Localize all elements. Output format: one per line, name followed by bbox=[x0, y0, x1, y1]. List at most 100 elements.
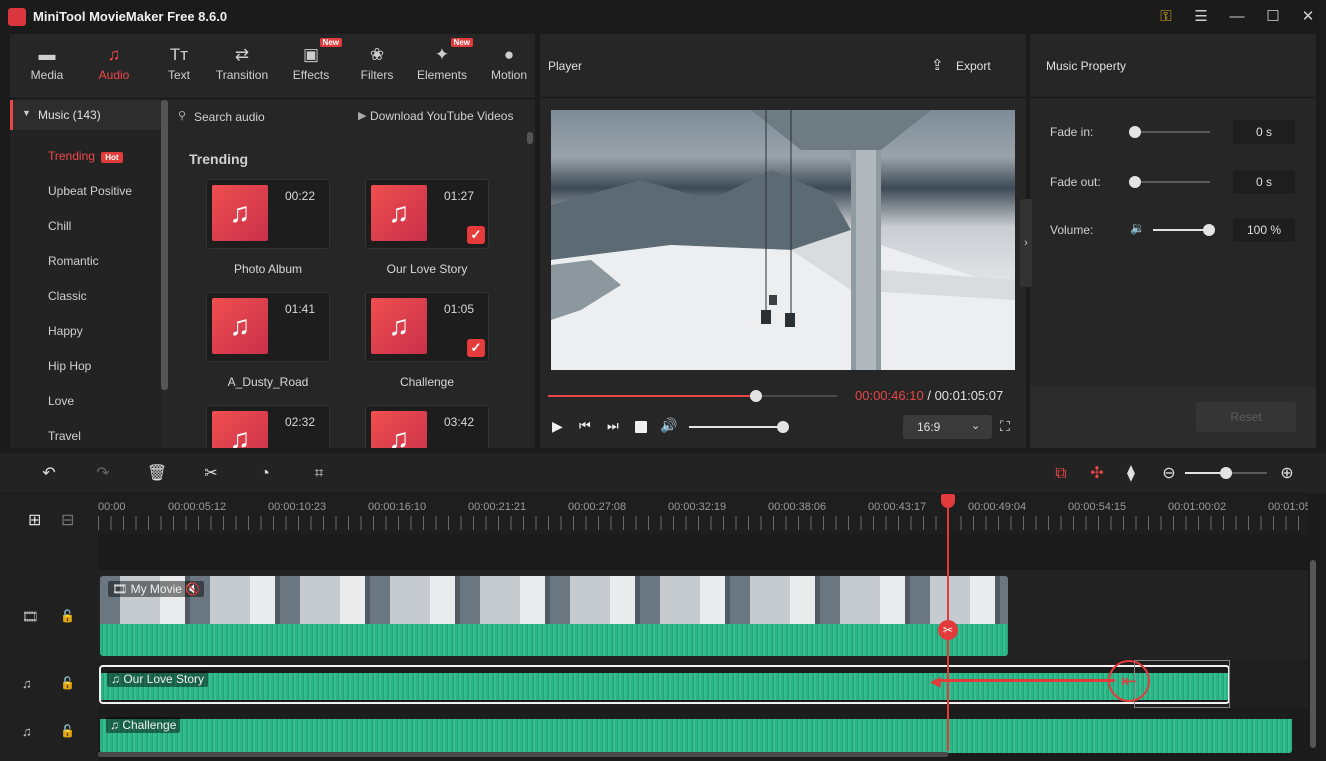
collapse-panel-icon[interactable]: › bbox=[1020, 199, 1032, 287]
export-button[interactable]: Export bbox=[956, 59, 991, 73]
tab-audio[interactable]: ♫ Audio bbox=[81, 44, 147, 90]
zoom-out-icon[interactable]: ⊖ bbox=[1158, 463, 1180, 485]
minimize-button[interactable]: — bbox=[1226, 6, 1248, 28]
lock-icon[interactable]: 🔓 bbox=[60, 676, 75, 690]
speed-icon[interactable]: ◔ bbox=[254, 463, 276, 485]
property-footer: Reset bbox=[1030, 386, 1316, 448]
sidebar-item-love[interactable]: Love bbox=[48, 394, 74, 408]
sidebar-item-trending[interactable]: Trending Hot bbox=[48, 149, 123, 163]
sidebar-item-chill[interactable]: Chill bbox=[48, 219, 71, 233]
music-note-icon: ♫ bbox=[212, 185, 268, 241]
tab-filters[interactable]: ❀ Filters bbox=[344, 44, 410, 90]
snap-icon[interactable]: ⧉ bbox=[1050, 463, 1072, 485]
video-preview[interactable] bbox=[551, 110, 1015, 370]
mute-icon[interactable]: 🔇 bbox=[185, 582, 200, 596]
music-note-icon: ♫ bbox=[111, 672, 120, 686]
sidebar-item-upbeat-positive[interactable]: Upbeat Positive bbox=[48, 184, 132, 198]
tab-motion[interactable]: ● Motion bbox=[476, 44, 542, 90]
ruler-label: 00:00:54:15 bbox=[1068, 501, 1127, 513]
remove-track-icon[interactable]: ⊟ bbox=[61, 510, 74, 530]
library-scrollbar[interactable] bbox=[527, 132, 533, 144]
tab-effects[interactable]: ▣ Effects New bbox=[278, 38, 344, 90]
volume-slider[interactable] bbox=[1153, 229, 1209, 231]
sidebar-scrollbar[interactable] bbox=[161, 100, 168, 390]
add-track-icon[interactable]: ⊞ bbox=[28, 510, 41, 530]
fade-in-slider[interactable] bbox=[1134, 131, 1210, 133]
app-title: MiniTool MovieMaker Free 8.6.0 bbox=[33, 9, 228, 24]
split-scissors-icon[interactable]: ✂ bbox=[200, 463, 222, 485]
app-logo-icon bbox=[8, 8, 26, 26]
lock-icon[interactable]: 🔓 bbox=[60, 724, 75, 738]
split-scissors-icon[interactable]: ✂ bbox=[938, 620, 958, 640]
timeline-ruler[interactable]: 00:00 00:00:05:12 00:00:10:23 00:00:16:1… bbox=[98, 494, 1308, 534]
progress-track[interactable] bbox=[548, 390, 837, 402]
timeline-vertical-scrollbar[interactable] bbox=[1310, 560, 1316, 748]
tab-elements[interactable]: ✦ Elements New bbox=[409, 38, 475, 90]
split-marker-icon[interactable]: ✣ bbox=[1086, 463, 1108, 485]
zoom-knob[interactable] bbox=[1220, 467, 1232, 479]
music-card-our-love-story[interactable]: ♫ 01:27 ✓ bbox=[365, 179, 489, 249]
new-badge: New bbox=[450, 38, 473, 47]
stop-button[interactable] bbox=[635, 421, 647, 433]
delete-icon[interactable]: 🗑 bbox=[146, 463, 168, 485]
audio-clip-label: ♫ Our Love Story bbox=[107, 671, 209, 687]
fade-out-knob[interactable] bbox=[1129, 176, 1141, 188]
volume-icon[interactable]: 🔊 bbox=[660, 417, 677, 434]
checkmark-icon[interactable]: ✓ bbox=[467, 339, 485, 357]
volume-knob[interactable] bbox=[1203, 224, 1215, 236]
music-card[interactable]: ♫ 03:42 bbox=[365, 405, 489, 448]
fullscreen-icon[interactable]: ⛶ bbox=[1000, 418, 1010, 435]
maximize-button[interactable]: ☐ bbox=[1262, 6, 1284, 28]
close-button[interactable]: ✕ bbox=[1297, 6, 1319, 28]
sidebar-item-classic[interactable]: Classic bbox=[48, 289, 87, 303]
download-youtube-button[interactable]: Download YouTube Videos bbox=[370, 109, 513, 123]
player-volume-slider[interactable] bbox=[689, 426, 783, 428]
checkmark-icon[interactable]: ✓ bbox=[467, 226, 485, 244]
key-icon[interactable]: ⚿ bbox=[1155, 6, 1177, 28]
player-volume-knob[interactable] bbox=[777, 421, 789, 433]
fade-in-knob[interactable] bbox=[1129, 126, 1141, 138]
audio-clip-challenge[interactable]: ♫ Challenge bbox=[100, 713, 1292, 753]
music-card[interactable]: ♫ 02:32 bbox=[206, 405, 330, 448]
music-card-a-dusty-road[interactable]: ♫ 01:41 bbox=[206, 292, 330, 362]
playhead-handle[interactable] bbox=[941, 494, 955, 508]
sidebar-header-music[interactable]: ▼ Music (143) bbox=[10, 100, 162, 130]
trim-handle-cursor-icon[interactable]: ⇤ bbox=[1108, 660, 1150, 702]
fade-out-value[interactable]: 0 s bbox=[1233, 170, 1295, 194]
title-bar: MiniTool MovieMaker Free 8.6.0 ⚿ ☰ — ☐ ✕ bbox=[0, 0, 1326, 34]
aspect-ratio-select[interactable]: 16:9 ⌄ bbox=[903, 415, 992, 439]
music-card-photo-album[interactable]: ♫ 00:22 bbox=[206, 179, 330, 249]
zoom-in-icon[interactable]: ⊕ bbox=[1276, 463, 1298, 485]
sidebar-item-travel[interactable]: Travel bbox=[48, 429, 81, 443]
reset-button[interactable]: Reset bbox=[1196, 402, 1296, 432]
volume-value[interactable]: 100 % bbox=[1233, 218, 1295, 242]
music-card-challenge[interactable]: ♫ 01:05 ✓ bbox=[365, 292, 489, 362]
fade-out-slider[interactable] bbox=[1134, 181, 1210, 183]
tab-transition[interactable]: ⇄ Transition bbox=[209, 44, 275, 90]
timeline-horizontal-scrollbar[interactable] bbox=[98, 752, 948, 757]
fade-in-value[interactable]: 0 s bbox=[1233, 120, 1295, 144]
next-frame-button[interactable]: ⏭ bbox=[607, 418, 619, 434]
sidebar-item-hip-hop[interactable]: Hip Hop bbox=[48, 359, 91, 373]
duration-label: 01:05 bbox=[444, 302, 475, 316]
search-audio-input[interactable]: Search audio bbox=[194, 110, 265, 124]
undo-icon[interactable]: ↶ bbox=[38, 463, 60, 485]
lock-icon[interactable]: 🔓 bbox=[60, 609, 75, 623]
crop-icon[interactable]: ⌗ bbox=[308, 463, 330, 485]
tab-media[interactable]: ▬ Media bbox=[14, 44, 80, 90]
waveform bbox=[101, 673, 1228, 700]
fit-timeline-icon[interactable]: ⧫ bbox=[1120, 463, 1142, 485]
menu-icon[interactable]: ☰ bbox=[1190, 6, 1212, 28]
previous-frame-button[interactable]: ⏮ bbox=[579, 418, 591, 434]
redo-icon[interactable]: ↷ bbox=[92, 463, 114, 485]
tab-text[interactable]: Tт Text bbox=[146, 44, 212, 90]
sidebar-item-happy[interactable]: Happy bbox=[48, 324, 83, 338]
video-clip[interactable]: 🎞 My Movie 🔇 bbox=[100, 576, 1008, 656]
ruler-ticks bbox=[98, 516, 1308, 530]
progress-knob[interactable] bbox=[750, 390, 763, 402]
play-button[interactable]: ▶ bbox=[552, 418, 563, 435]
sidebar-item-romantic[interactable]: Romantic bbox=[48, 254, 99, 268]
divider bbox=[540, 97, 1026, 98]
audio-clip-our-love-story[interactable]: ♫ Our Love Story bbox=[99, 665, 1230, 704]
drag-arrow-head-icon: ◀ bbox=[930, 673, 941, 689]
